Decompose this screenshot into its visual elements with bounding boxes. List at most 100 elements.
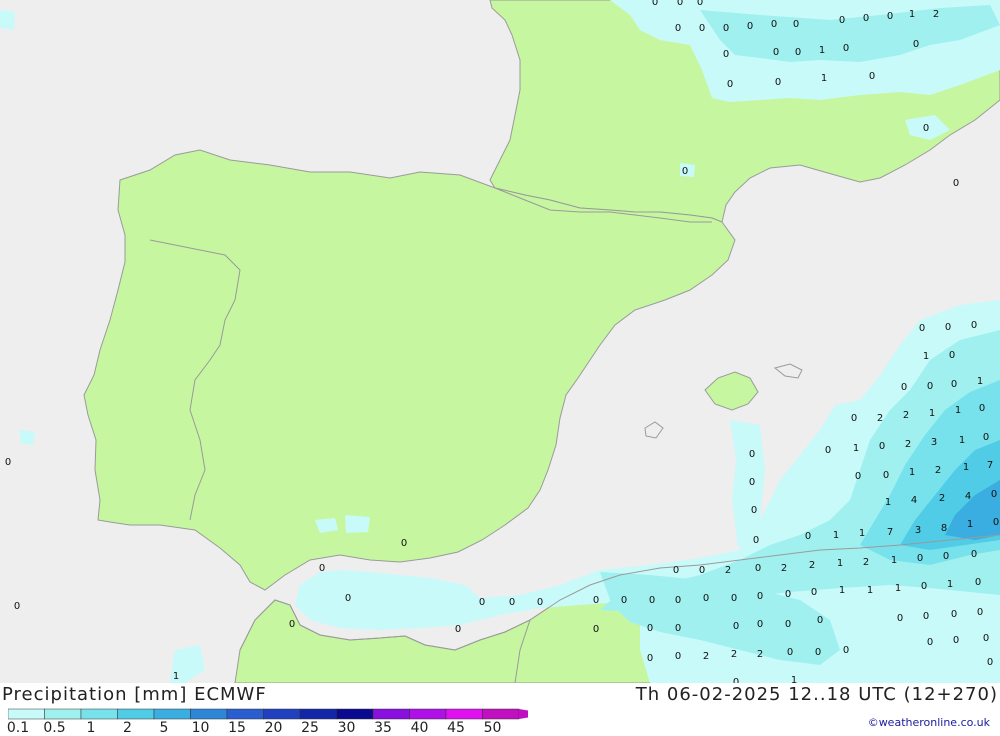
precip-value: 4 [911, 495, 917, 506]
precip-value: 0 [987, 657, 993, 668]
precip-value: 0 [649, 595, 655, 606]
precip-value: 2 [731, 649, 737, 660]
precip-value: 1 [929, 408, 935, 419]
precip-value: 0 [977, 607, 983, 618]
precip-value: 0 [455, 624, 461, 635]
precip-value: 2 [703, 651, 709, 662]
legend-swatch [226, 708, 264, 720]
legend-label: 5 [159, 720, 169, 736]
legend-label: 45 [447, 720, 465, 736]
precip-value: 1 [853, 443, 859, 454]
precip-value: 1 [947, 579, 953, 590]
precip-value: 1 [791, 675, 797, 683]
precip-value: 0 [921, 581, 927, 592]
precip-value: 0 [943, 551, 949, 562]
precip-value: 0 [971, 320, 977, 331]
legend-label: 20 [264, 720, 283, 736]
legend-swatch [44, 708, 82, 720]
precip-value: 1 [959, 435, 965, 446]
precip-value: 1 [821, 73, 827, 84]
precip-value: 1 [977, 376, 983, 387]
precip-value: 0 [869, 71, 875, 82]
precip-value: 0 [479, 597, 485, 608]
precip-value: 0 [727, 79, 733, 90]
precip-value: 0 [723, 23, 729, 34]
credit-link[interactable]: ©weatheronline.co.uk [868, 716, 990, 729]
precip-value: 0 [14, 601, 20, 612]
precip-value: 0 [843, 43, 849, 54]
precip-value: 1 [923, 351, 929, 362]
legend-label: 10 [191, 720, 210, 736]
precip-value: 0 [509, 597, 515, 608]
precip-value: 0 [923, 611, 929, 622]
precip-value: 0 [697, 0, 703, 8]
precip-value: 1 [837, 558, 843, 569]
precip-value: 1 [839, 585, 845, 596]
legend-label: 35 [374, 720, 392, 736]
precip-value: 0 [675, 651, 681, 662]
precip-value: 0 [993, 517, 999, 528]
precipitation-map: 0 0 0 1 2 0 0 0 0 0 0 0 0 0 0 0 0 1 0 0 0 1 0 0 0 0 0 0 0 0 0 0 1 0 0 0 1 0 0 2… [0, 0, 1000, 683]
legend-swatch [263, 708, 301, 720]
precip-value: 0 [401, 538, 407, 549]
precip-value: 0 [673, 565, 679, 576]
color-scale-legend: 0.1 0.5 1 2 5 10 15 20 25 30 35 40 45 50 [6, 707, 549, 736]
precip-value: 0 [749, 449, 755, 460]
precip-value: 0 [983, 432, 989, 443]
legend-label: 30 [337, 720, 356, 736]
precip-value: 1 [867, 585, 873, 596]
legend-arrow [519, 709, 549, 719]
precip-value: 1 [891, 555, 897, 566]
precip-value: 2 [781, 563, 787, 574]
precip-value: 0 [901, 382, 907, 393]
precip-value: 0 [773, 47, 779, 58]
legend-swatch [336, 708, 374, 720]
precip-value: 2 [757, 649, 763, 660]
precip-value: 0 [855, 471, 861, 482]
precip-value: 0 [675, 23, 681, 34]
precip-value: 0 [913, 39, 919, 50]
legend-label: 50 [483, 720, 502, 736]
precip-value: 2 [877, 413, 883, 424]
precip-value: 0 [345, 593, 351, 604]
precip-value: 0 [699, 565, 705, 576]
legend-swatch [409, 708, 447, 720]
precip-value: 4 [965, 491, 971, 502]
legend-swatch [117, 708, 155, 720]
precip-value: 3 [915, 525, 921, 536]
precip-value: 0 [897, 613, 903, 624]
legend-label: 40 [410, 720, 429, 736]
precip-value: 1 [859, 528, 865, 539]
legend-swatch [80, 708, 118, 720]
precip-value: 0 [951, 379, 957, 390]
legend-swatch [190, 708, 228, 720]
precip-value: 0 [971, 549, 977, 560]
precip-value: 2 [939, 493, 945, 504]
precip-value: 1 [819, 45, 825, 56]
legend-swatch [482, 708, 520, 720]
precip-value: 0 [289, 619, 295, 630]
precip-value: 0 [949, 350, 955, 361]
precip-value: 2 [809, 560, 815, 571]
precip-value: 1 [885, 497, 891, 508]
precip-value: 0 [682, 166, 688, 177]
precip-value: 2 [903, 410, 909, 421]
precip-value: 0 [785, 589, 791, 600]
precip-value: 0 [757, 591, 763, 602]
precip-value: 1 [909, 467, 915, 478]
precip-value: 0 [621, 595, 627, 606]
precip-value: 0 [815, 647, 821, 658]
precip-value: 0 [785, 619, 791, 630]
precip-value: 0 [983, 633, 989, 644]
precip-value: 2 [935, 465, 941, 476]
precip-value: 0 [883, 470, 889, 481]
precip-value: 7 [887, 527, 893, 538]
precip-value: 1 [955, 405, 961, 416]
precip-value: 0 [795, 47, 801, 58]
precip-value: 0 [747, 21, 753, 32]
precip-value: 0 [863, 13, 869, 24]
precip-value: 0 [825, 445, 831, 456]
precip-value: 3 [931, 437, 937, 448]
precip-value: 0 [923, 123, 929, 134]
legend-label: 0.1 [6, 720, 30, 736]
